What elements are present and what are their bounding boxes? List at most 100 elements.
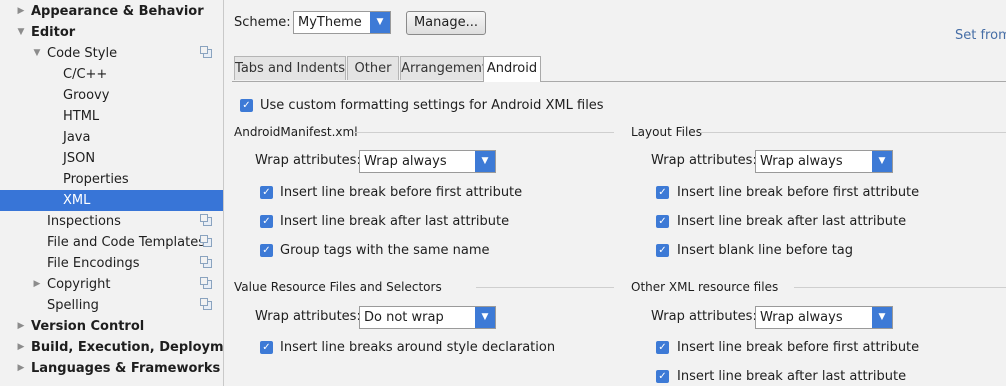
sidebar-item-label: Groovy xyxy=(63,88,110,103)
expand-arrow-icon[interactable]: ▶ xyxy=(16,337,26,358)
layout-section-title: Layout Files xyxy=(631,125,702,139)
project-scope-icon xyxy=(200,214,212,226)
sidebar-item-properties[interactable]: Properties xyxy=(0,169,223,190)
expand-arrow-icon[interactable]: ▶ xyxy=(16,316,26,337)
sidebar-item-label: Java xyxy=(63,130,91,145)
manifest-group-tags-checkbox[interactable]: ✓ xyxy=(260,244,273,257)
checkbox-label: Insert line break before first attribute xyxy=(280,185,523,200)
sidebar-item-spelling[interactable]: Spelling xyxy=(0,295,223,316)
sidebar-item-label: Appearance & Behavior xyxy=(31,4,204,19)
scheme-value: MyTheme xyxy=(298,15,362,30)
code-style-xml-panel: Scheme: MyTheme ▼ Manage... Set from Tab… xyxy=(224,0,1006,386)
chevron-down-icon: ▼ xyxy=(475,307,495,328)
sidebar-item-editor[interactable]: ▼ Editor xyxy=(0,22,223,43)
other-break-before-checkbox[interactable]: ✓ xyxy=(656,341,669,354)
sidebar-item-label: Spelling xyxy=(47,298,99,313)
tab-tabs-and-indents[interactable]: Tabs and Indents xyxy=(234,56,346,80)
manage-button[interactable]: Manage... xyxy=(406,11,486,35)
sidebar-item-appearance-behavior[interactable]: ▶ Appearance & Behavior xyxy=(0,1,223,22)
wrap-value: Wrap always xyxy=(760,310,843,325)
values-wrap-dropdown[interactable]: Do not wrap ▼ xyxy=(359,306,496,329)
use-custom-label: Use custom formatting settings for Andro… xyxy=(260,98,604,113)
sidebar-item-c-cpp[interactable]: C/C++ xyxy=(0,64,223,85)
sidebar-item-label: HTML xyxy=(63,109,100,124)
project-scope-icon xyxy=(200,235,212,247)
manifest-break-before-checkbox[interactable]: ✓ xyxy=(260,186,273,199)
sidebar-item-xml[interactable]: XML xyxy=(0,190,223,211)
expand-arrow-icon[interactable]: ▶ xyxy=(16,358,26,379)
layout-blank-line-checkbox[interactable]: ✓ xyxy=(656,244,669,257)
checkbox-label: Insert line break after last attribute xyxy=(280,214,510,229)
sidebar-item-label: Copyright xyxy=(47,277,111,292)
manifest-break-after-checkbox[interactable]: ✓ xyxy=(260,215,273,228)
section-divider xyxy=(476,287,614,288)
chevron-down-icon: ▼ xyxy=(475,151,495,172)
settings-sidebar: ▶ Appearance & Behavior ▼ Editor ▼ Code … xyxy=(0,0,224,386)
set-from-link[interactable]: Set from xyxy=(955,28,1006,44)
sidebar-item-languages-frameworks[interactable]: ▶ Languages & Frameworks xyxy=(0,358,223,379)
tab-arrangement[interactable]: Arrangement xyxy=(400,56,488,80)
other-section-title: Other XML resource files xyxy=(631,280,779,294)
expand-arrow-icon[interactable]: ▶ xyxy=(16,1,26,22)
checkbox-label: Insert line break before first attribute xyxy=(677,340,920,355)
values-style-breaks-checkbox[interactable]: ✓ xyxy=(260,341,273,354)
tab-bar: Tabs and Indents Other Arrangement Andro… xyxy=(232,56,1006,82)
wrap-attributes-label: Wrap attributes: xyxy=(651,153,757,168)
sidebar-item-label: JSON xyxy=(63,151,96,166)
sidebar-item-label: Languages & Frameworks xyxy=(31,361,221,376)
sidebar-item-label: XML xyxy=(63,193,91,208)
other-wrap-dropdown[interactable]: Wrap always ▼ xyxy=(755,306,893,329)
scheme-label: Scheme: xyxy=(234,15,291,30)
expand-arrow-icon[interactable]: ▶ xyxy=(32,274,42,295)
other-break-after-checkbox[interactable]: ✓ xyxy=(656,370,669,383)
sidebar-item-json[interactable]: JSON xyxy=(0,148,223,169)
project-scope-icon xyxy=(200,277,212,289)
checkbox-label: Insert blank line before tag xyxy=(677,243,854,258)
sidebar-item-label: File and Code Templates xyxy=(47,235,205,250)
section-divider xyxy=(354,132,614,133)
sidebar-item-java[interactable]: Java xyxy=(0,127,223,148)
sidebar-item-file-code-templates[interactable]: File and Code Templates xyxy=(0,232,223,253)
sidebar-item-groovy[interactable]: Groovy xyxy=(0,85,223,106)
layout-wrap-dropdown[interactable]: Wrap always ▼ xyxy=(755,150,893,173)
sidebar-item-code-style[interactable]: ▼ Code Style xyxy=(0,43,223,64)
project-scope-icon xyxy=(200,298,212,310)
sidebar-item-inspections[interactable]: Inspections xyxy=(0,211,223,232)
project-scope-icon xyxy=(200,46,212,58)
values-section-title: Value Resource Files and Selectors xyxy=(234,280,442,294)
sidebar-item-html[interactable]: HTML xyxy=(0,106,223,127)
wrap-attributes-label: Wrap attributes: xyxy=(255,309,361,324)
collapse-arrow-icon[interactable]: ▼ xyxy=(32,43,42,64)
sidebar-item-file-encodings[interactable]: File Encodings xyxy=(0,253,223,274)
wrap-value: Wrap always xyxy=(364,154,447,169)
sidebar-item-version-control[interactable]: ▶ Version Control xyxy=(0,316,223,337)
layout-break-after-checkbox[interactable]: ✓ xyxy=(656,215,669,228)
section-divider xyxy=(794,287,1006,288)
sidebar-item-label: Build, Execution, Deployment xyxy=(31,340,224,355)
chevron-down-icon: ▼ xyxy=(370,12,390,33)
sidebar-item-build-execution-deployment[interactable]: ▶ Build, Execution, Deployment xyxy=(0,337,223,358)
sidebar-item-label: File Encodings xyxy=(47,256,140,271)
manifest-wrap-dropdown[interactable]: Wrap always ▼ xyxy=(359,150,496,173)
manifest-section-title: AndroidManifest.xml xyxy=(234,125,358,139)
collapse-arrow-icon[interactable]: ▼ xyxy=(16,22,26,43)
use-custom-checkbox[interactable]: ✓ xyxy=(240,99,253,112)
checkbox-label: Group tags with the same name xyxy=(280,243,490,258)
section-divider xyxy=(700,132,1006,133)
wrap-value: Do not wrap xyxy=(364,310,444,325)
chevron-down-icon: ▼ xyxy=(872,307,892,328)
wrap-value: Wrap always xyxy=(760,154,843,169)
tab-other[interactable]: Other xyxy=(347,56,399,80)
scheme-dropdown[interactable]: MyTheme ▼ xyxy=(293,11,391,34)
checkbox-label: Insert line break before first attribute xyxy=(677,185,920,200)
sidebar-item-label: Properties xyxy=(63,172,129,187)
sidebar-item-copyright[interactable]: ▶ Copyright xyxy=(0,274,223,295)
sidebar-item-label: Code Style xyxy=(47,46,118,61)
tab-android[interactable]: Android xyxy=(483,56,541,82)
sidebar-item-label: Version Control xyxy=(31,319,145,334)
wrap-attributes-label: Wrap attributes: xyxy=(255,153,361,168)
checkbox-label: Insert line break after last attribute xyxy=(677,214,907,229)
checkbox-label: Insert line break after last attribute xyxy=(677,369,907,384)
project-scope-icon xyxy=(200,256,212,268)
layout-break-before-checkbox[interactable]: ✓ xyxy=(656,186,669,199)
